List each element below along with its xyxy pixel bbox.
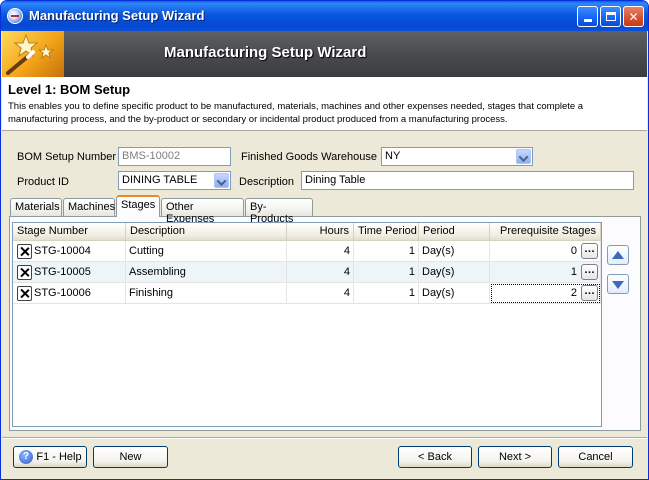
new-button[interactable]: New bbox=[93, 446, 168, 468]
column-header-prerequisite-stages[interactable]: Prerequisite Stages bbox=[490, 223, 601, 241]
bom-number-label: BOM Setup Number bbox=[17, 151, 117, 163]
close-icon: ✕ bbox=[628, 9, 639, 24]
prerequisite-text: 0 bbox=[570, 245, 577, 257]
product-id-label: Product ID bbox=[17, 176, 69, 188]
minimize-button[interactable] bbox=[577, 6, 598, 27]
move-up-button[interactable] bbox=[607, 245, 629, 265]
stage-number-text: STG-10006 bbox=[34, 287, 91, 299]
prerequisite-text: 1 bbox=[570, 266, 577, 278]
stage-number-cell[interactable]: STG-10005 bbox=[13, 262, 126, 283]
prerequisite-text: 2 bbox=[570, 287, 577, 299]
tab-machines[interactable]: Machines bbox=[63, 198, 115, 216]
help-button-label: F1 - Help bbox=[36, 451, 82, 463]
level-title: Level 1: BOM Setup bbox=[8, 82, 131, 97]
hours-cell[interactable]: 4 bbox=[287, 262, 354, 283]
close-icon[interactable] bbox=[17, 286, 32, 301]
bom-number-field: BMS-10002 bbox=[118, 147, 231, 166]
wizard-banner: Manufacturing Setup Wizard bbox=[2, 31, 647, 77]
hours-cell[interactable]: 4 bbox=[287, 241, 354, 262]
tab-stages[interactable]: Stages bbox=[116, 195, 160, 217]
help-button[interactable]: ? F1 - Help bbox=[13, 446, 87, 468]
move-down-button[interactable] bbox=[607, 274, 629, 294]
next-button[interactable]: Next > bbox=[478, 446, 552, 468]
maximize-icon bbox=[605, 12, 616, 21]
table-row[interactable]: STG-10004 Cutting 4 1 Day(s) 0 … bbox=[13, 241, 601, 262]
column-header-stage-number[interactable]: Stage Number bbox=[13, 223, 126, 241]
table-row[interactable]: STG-10005 Assembling 4 1 Day(s) 1 … bbox=[13, 262, 601, 283]
close-icon[interactable] bbox=[17, 244, 32, 259]
magic-wand-icon bbox=[2, 31, 64, 77]
prerequisite-cell[interactable]: 1 … bbox=[490, 262, 601, 283]
time-period-cell[interactable]: 1 bbox=[354, 283, 419, 304]
time-period-cell[interactable]: 1 bbox=[354, 262, 419, 283]
level-description: This enables you to define specific prod… bbox=[8, 101, 584, 125]
arrow-up-icon bbox=[612, 251, 624, 259]
window-title: Manufacturing Setup Wizard bbox=[29, 8, 205, 23]
tab-other-expenses[interactable]: Other Expenses bbox=[161, 198, 244, 225]
stage-number-cell[interactable]: STG-10004 bbox=[13, 241, 126, 262]
footer-separator bbox=[2, 437, 647, 439]
cancel-button[interactable]: Cancel bbox=[558, 446, 633, 468]
back-button[interactable]: < Back bbox=[398, 446, 472, 468]
table-row[interactable]: STG-10006 Finishing 4 1 Day(s) 2 … bbox=[13, 283, 601, 304]
ellipsis-icon[interactable]: … bbox=[581, 285, 598, 301]
maximize-button[interactable] bbox=[600, 6, 621, 27]
stage-number-cell[interactable]: STG-10006 bbox=[13, 283, 126, 304]
minimize-icon bbox=[583, 18, 592, 22]
grid-header: Stage Number Description Hours Time Peri… bbox=[13, 223, 601, 241]
step-header: Level 1: BOM Setup This enables you to d… bbox=[2, 77, 647, 131]
wizard-window: Manufacturing Setup Wizard ✕ Manufacturi… bbox=[0, 0, 649, 480]
description-label: Description bbox=[239, 176, 295, 188]
ellipsis-icon[interactable]: … bbox=[581, 264, 598, 280]
close-window-button[interactable]: ✕ bbox=[623, 6, 644, 27]
banner-title: Manufacturing Setup Wizard bbox=[164, 44, 367, 61]
warehouse-combo[interactable]: NY bbox=[381, 147, 533, 166]
description-cell[interactable]: Assembling bbox=[126, 262, 287, 283]
help-icon: ? bbox=[19, 450, 33, 464]
description-cell[interactable]: Cutting bbox=[126, 241, 287, 262]
app-icon bbox=[7, 8, 23, 24]
description-cell[interactable]: Finishing bbox=[126, 283, 287, 304]
prerequisite-cell[interactable]: 2 … bbox=[490, 283, 601, 304]
column-header-period[interactable]: Period bbox=[419, 223, 490, 241]
hours-cell[interactable]: 4 bbox=[287, 283, 354, 304]
time-period-cell[interactable]: 1 bbox=[354, 241, 419, 262]
period-cell[interactable]: Day(s) bbox=[419, 283, 490, 304]
product-id-value: DINING TABLE bbox=[122, 174, 198, 186]
product-id-combo[interactable]: DINING TABLE bbox=[118, 171, 231, 190]
period-cell[interactable]: Day(s) bbox=[419, 241, 490, 262]
warehouse-value: NY bbox=[385, 150, 401, 162]
stages-grid[interactable]: Stage Number Description Hours Time Peri… bbox=[12, 222, 602, 427]
warehouse-label: Finished Goods Warehouse bbox=[241, 151, 377, 163]
title-bar[interactable]: Manufacturing Setup Wizard ✕ bbox=[1, 1, 648, 31]
chevron-down-icon[interactable] bbox=[516, 149, 531, 164]
ellipsis-icon[interactable]: … bbox=[581, 243, 598, 259]
column-header-hours[interactable]: Hours bbox=[287, 223, 354, 241]
period-cell[interactable]: Day(s) bbox=[419, 262, 490, 283]
tab-materials[interactable]: Materials bbox=[10, 198, 62, 216]
tab-by-products[interactable]: By-Products bbox=[245, 198, 313, 225]
close-icon[interactable] bbox=[17, 265, 32, 280]
stage-number-text: STG-10005 bbox=[34, 266, 91, 278]
chevron-down-icon[interactable] bbox=[214, 173, 229, 188]
arrow-down-icon bbox=[612, 281, 624, 289]
column-header-time-period[interactable]: Time Period bbox=[354, 223, 419, 241]
prerequisite-cell[interactable]: 0 … bbox=[490, 241, 601, 262]
column-header-description[interactable]: Description bbox=[126, 223, 287, 241]
description-field[interactable]: Dining Table bbox=[301, 171, 634, 190]
stage-number-text: STG-10004 bbox=[34, 245, 91, 257]
